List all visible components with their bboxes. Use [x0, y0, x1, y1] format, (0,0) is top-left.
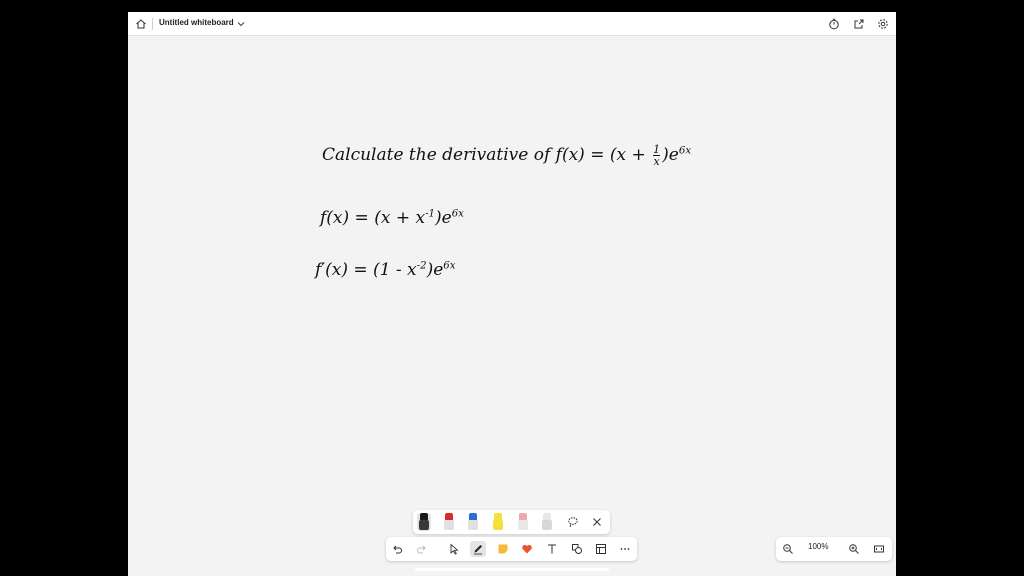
yellow-highlighter[interactable] [491, 513, 505, 531]
divider [152, 18, 153, 30]
timer-icon[interactable] [826, 16, 842, 32]
reaction-icon[interactable] [519, 541, 535, 557]
zoom-controls: 100% [776, 537, 892, 561]
home-icon[interactable] [133, 16, 149, 32]
settings-icon[interactable] [875, 16, 891, 32]
more-icon[interactable] [617, 541, 633, 557]
handwritten-line-3: f′(x) = (1 - x-2)e6x [315, 260, 456, 280]
whiteboard-title[interactable]: Untitled whiteboard [159, 18, 234, 27]
undo-icon[interactable] [389, 541, 405, 557]
pink-highlighter[interactable] [516, 513, 530, 531]
top-bar: Untitled whiteboard [128, 12, 896, 36]
fit-screen-icon[interactable] [871, 541, 887, 557]
blue-pen[interactable] [466, 513, 480, 531]
pen-icon[interactable] [470, 541, 486, 557]
zoom-in-icon[interactable] [846, 541, 862, 557]
close-icon[interactable] [589, 514, 605, 530]
main-toolbar [386, 537, 637, 561]
share-icon[interactable] [851, 16, 867, 32]
black-pen[interactable] [417, 513, 431, 531]
select-icon[interactable] [446, 541, 462, 557]
handwritten-line-2: f(x) = (x + x-1)e6x [320, 208, 464, 228]
red-pen[interactable] [442, 513, 456, 531]
chevron-down-icon[interactable] [236, 17, 248, 31]
eraser[interactable] [540, 513, 554, 531]
zoom-level[interactable]: 100% [808, 542, 828, 551]
whiteboard-canvas[interactable]: Calculate the derivative of f(x) = (x + … [128, 36, 896, 576]
pen-tray [413, 510, 610, 534]
handwritten-line-1: Calculate the derivative of f(x) = (x + … [322, 143, 692, 168]
shapes-icon[interactable] [569, 541, 585, 557]
text-icon[interactable] [544, 541, 560, 557]
zoom-out-icon[interactable] [780, 541, 796, 557]
home-indicator [415, 568, 609, 571]
whiteboard-app: Untitled whiteboard Calculate the deriva… [128, 12, 896, 576]
sticky-note-icon[interactable] [495, 541, 511, 557]
lasso-icon[interactable] [565, 514, 581, 530]
redo-icon[interactable] [414, 541, 430, 557]
template-icon[interactable] [593, 541, 609, 557]
